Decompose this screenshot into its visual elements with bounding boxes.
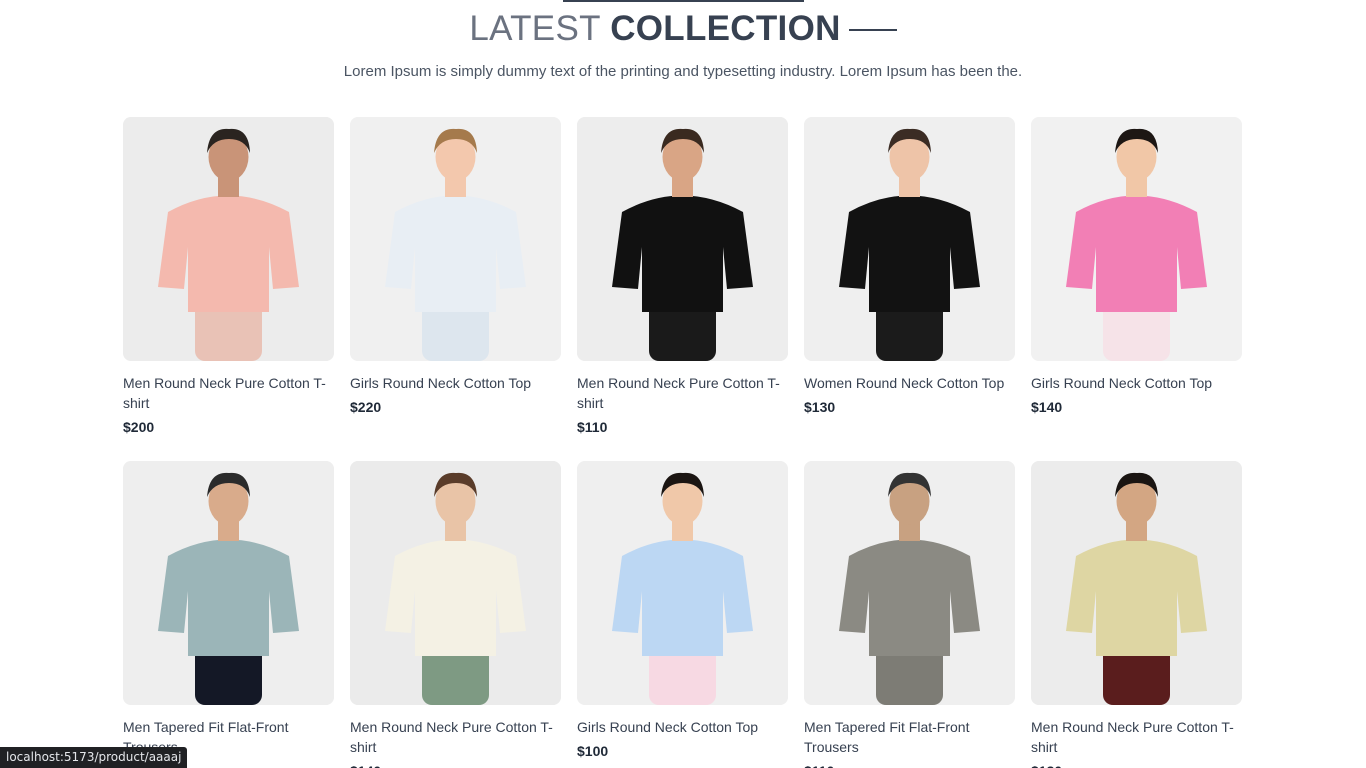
product-price: $130: [1031, 761, 1242, 768]
product-card[interactable]: Men Round Neck Pure Cotton T-shirt $110: [577, 117, 788, 437]
product-price: $110: [804, 761, 1015, 768]
product-name: Women Round Neck Cotton Top: [804, 375, 1005, 391]
product-name: Men Round Neck Pure Cotton T-shirt: [123, 375, 326, 411]
product-price: $140: [1031, 399, 1063, 415]
product-price: $130: [804, 399, 836, 415]
product-name: Men Tapered Fit Flat-Front Trousers: [804, 719, 970, 755]
latest-collection-page: LATEST COLLECTION Lorem Ipsum is simply …: [0, 0, 1366, 768]
product-card[interactable]: Men Tapered Fit Flat-Front Trousers $110: [804, 461, 1015, 768]
product-grid: Men Round Neck Pure Cotton T-shirt $200 Gi…: [123, 117, 1243, 768]
product-price: $110: [577, 419, 608, 435]
product-name: Men Round Neck Pure Cotton T-shirt: [577, 375, 780, 411]
product-image[interactable]: [804, 461, 1015, 705]
product-card[interactable]: Men Round Neck Pure Cotton T-shirt $140: [350, 461, 561, 768]
browser-status-url: localhost:5173/product/aaaaj: [0, 747, 188, 768]
product-name: Men Round Neck Pure Cotton T-shirt: [1031, 719, 1234, 755]
product-image[interactable]: [1031, 461, 1242, 705]
product-image[interactable]: [804, 117, 1015, 361]
product-name: Girls Round Neck Cotton Top: [1031, 375, 1213, 391]
product-name: Men Round Neck Pure Cotton T-shirt: [350, 719, 553, 755]
product-image[interactable]: [577, 117, 788, 361]
section-subtitle: Lorem Ipsum is simply dummy text of the …: [343, 63, 1023, 80]
product-image[interactable]: [1031, 117, 1242, 361]
product-card[interactable]: Girls Round Neck Cotton Top $100: [577, 461, 788, 768]
product-image[interactable]: [577, 461, 788, 705]
product-card[interactable]: Girls Round Neck Cotton Top $140: [1031, 117, 1242, 437]
section-title: LATEST COLLECTION: [469, 8, 840, 50]
section-title-row: LATEST COLLECTION: [0, 8, 1366, 50]
product-price: $140: [350, 761, 561, 768]
product-price: $220: [350, 399, 382, 415]
product-card[interactable]: Men Round Neck Pure Cotton T-shirt $200: [123, 117, 334, 437]
product-name: Girls Round Neck Cotton Top: [350, 375, 532, 391]
product-card[interactable]: Men Round Neck Pure Cotton T-shirt $130: [1031, 461, 1242, 768]
header-divider: [563, 0, 804, 2]
product-price: $100: [577, 743, 609, 759]
product-image[interactable]: [123, 461, 334, 705]
product-card[interactable]: Girls Round Neck Cotton Top $220: [350, 117, 561, 437]
title-part1: LATEST: [469, 9, 601, 48]
title-part2: COLLECTION: [610, 9, 841, 48]
product-image[interactable]: [350, 461, 561, 705]
product-image[interactable]: [123, 117, 334, 361]
product-card[interactable]: Women Round Neck Cotton Top $130: [804, 117, 1015, 437]
title-underline: [848, 29, 897, 31]
product-card[interactable]: Men Tapered Fit Flat-Front Trousers$190: [123, 461, 334, 768]
product-image[interactable]: [350, 117, 561, 361]
product-price: $200: [123, 419, 155, 435]
product-name: Girls Round Neck Cotton Top: [577, 719, 759, 735]
